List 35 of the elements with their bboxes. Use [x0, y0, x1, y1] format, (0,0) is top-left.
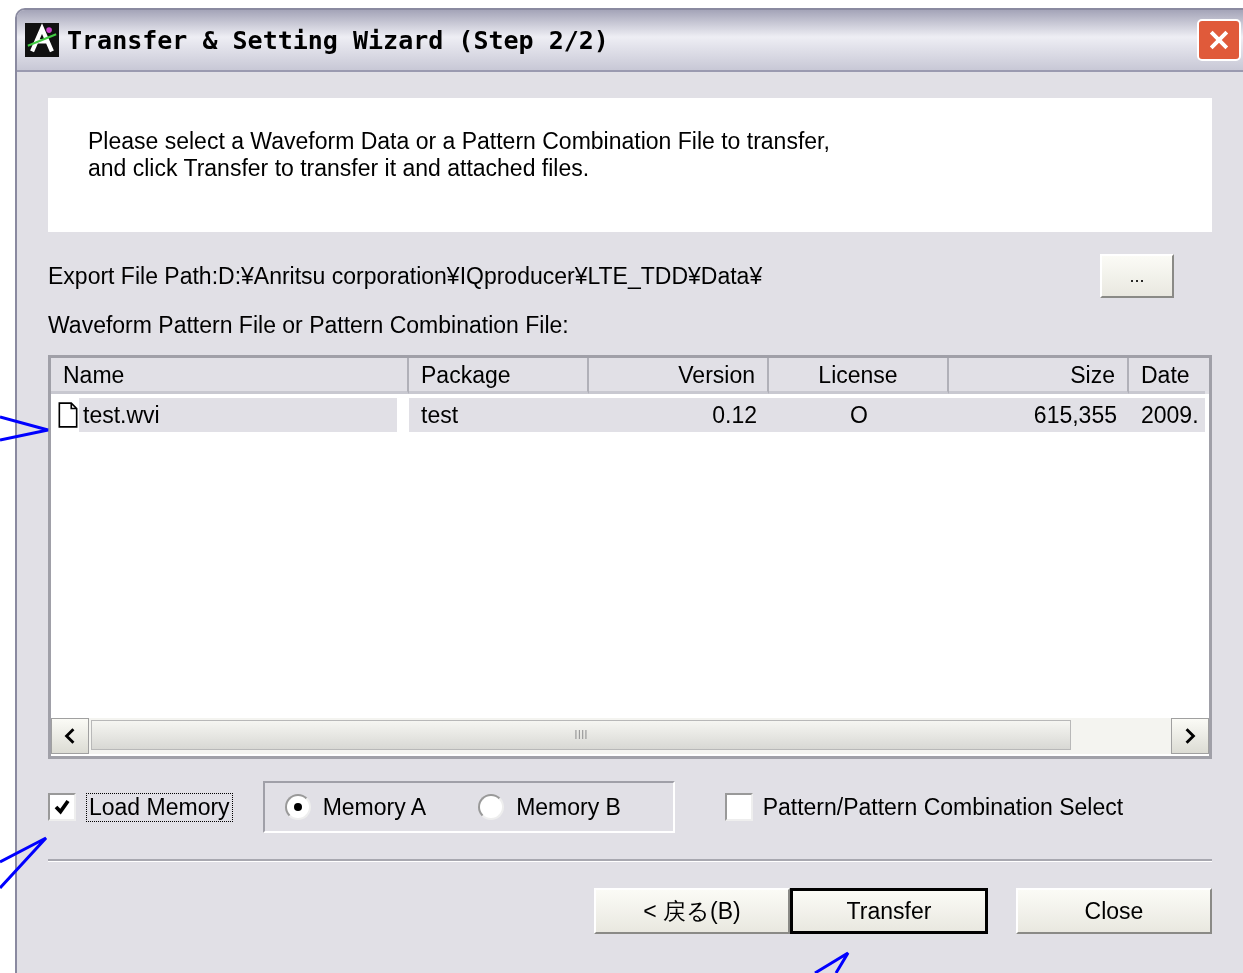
dialog-button[interactable]: Close — [1016, 888, 1212, 934]
table-cell: test.wvi — [79, 398, 397, 432]
table-cell-text: 0.12 — [712, 401, 757, 430]
window-title: Transfer & Setting Wizard (Step 2/2) — [67, 25, 610, 55]
column-header[interactable]: Size — [949, 358, 1129, 394]
scroll-grip: IIII — [574, 728, 588, 742]
table-cell-text: O — [850, 401, 868, 430]
close-button[interactable] — [1197, 19, 1241, 61]
export-path-label: Export File Path:D:¥Anritsu corporation¥IQproducer¥LTE_TDD¥Data¥ — [48, 262, 763, 290]
list-label: Waveform Pattern File or Pattern Combination File: — [48, 312, 570, 339]
scroll-left-button[interactable] — [51, 718, 89, 754]
radio-label: Memory A — [322, 793, 427, 821]
browse-button[interactable]: ... — [1100, 254, 1174, 298]
radio-label: Memory B — [516, 793, 621, 821]
column-header[interactable]: License — [769, 358, 949, 394]
table-cell-text: test — [421, 401, 459, 430]
check-icon — [53, 798, 71, 816]
scroll-right-button[interactable] — [1171, 718, 1209, 754]
checkbox-label: Load Memory — [86, 792, 233, 822]
checkbox-label: Pattern/Pattern Combination Select — [762, 793, 1124, 821]
instruction-text: Please select a Waveform Data or a Pattern Combination File to transfer, — [88, 128, 831, 155]
column-header[interactable]: Package — [409, 358, 589, 394]
instruction-text: and click Transfer to transfer it and attached files. — [88, 155, 591, 182]
file-icon — [57, 402, 79, 428]
radio-button[interactable] — [478, 794, 505, 820]
column-header[interactable]: Name — [51, 358, 409, 394]
checkbox[interactable] — [48, 793, 76, 821]
dialog-button[interactable]: < 戻る(B) — [594, 888, 790, 934]
radio-button[interactable] — [284, 794, 311, 820]
checkbox[interactable] — [724, 793, 753, 821]
table-cell-text: 615,355 — [1033, 401, 1117, 430]
table-cell-text: 2009. — [1141, 401, 1199, 430]
column-header[interactable]: Version — [589, 358, 769, 394]
dialog-button[interactable]: Transfer — [790, 888, 988, 934]
app-icon — [25, 23, 59, 57]
